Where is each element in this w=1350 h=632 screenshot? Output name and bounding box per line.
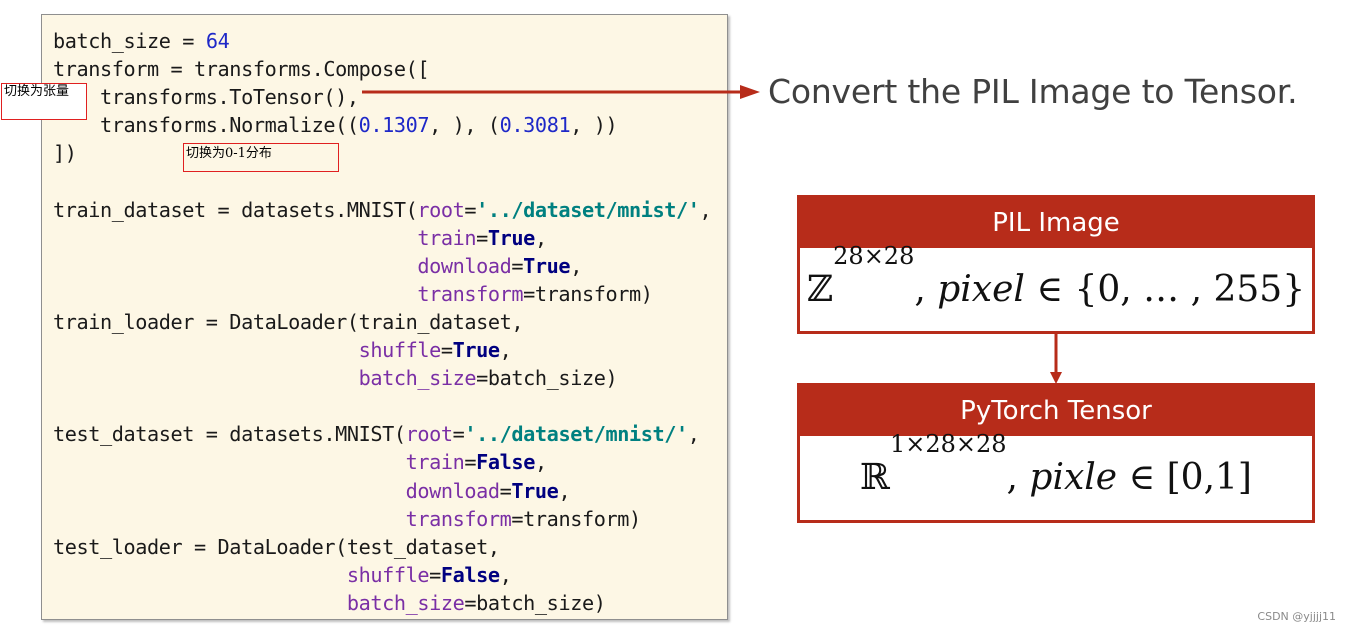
watermark: CSDN @yjjjj11 <box>1257 610 1336 623</box>
caption-text: Convert the PIL Image to Tensor. <box>768 72 1298 111</box>
formula-set: ℝ <box>860 457 890 498</box>
pytorch-tensor-formula: ℝ1×28×28, pixle ∈ [0,1] <box>860 430 1252 498</box>
pytorch-tensor-title: PyTorch Tensor <box>800 386 1312 436</box>
formula-superscript: 28×28 <box>833 242 915 270</box>
formula-variable: pixel <box>937 269 1025 310</box>
pil-image-formula: ℤ28×28, pixel ∈ {0, … , 255} <box>806 242 1306 310</box>
formula-superscript: 1×28×28 <box>889 430 1007 458</box>
formula-variable: pixle <box>1029 457 1118 498</box>
flow-arrow-down <box>1050 334 1062 384</box>
formula-range: ∈ {0, … , 255} <box>1024 269 1306 310</box>
formula-set: ℤ <box>806 269 834 310</box>
pil-image-title: PIL Image <box>800 198 1312 248</box>
formula-range: ∈ [0,1] <box>1117 457 1252 498</box>
pytorch-tensor-box: PyTorch Tensor ℝ1×28×28, pixle ∈ [0,1] <box>797 383 1315 523</box>
totensor-arrow <box>362 85 760 99</box>
pil-image-box: PIL Image ℤ28×28, pixel ∈ {0, … , 255} <box>797 195 1315 334</box>
